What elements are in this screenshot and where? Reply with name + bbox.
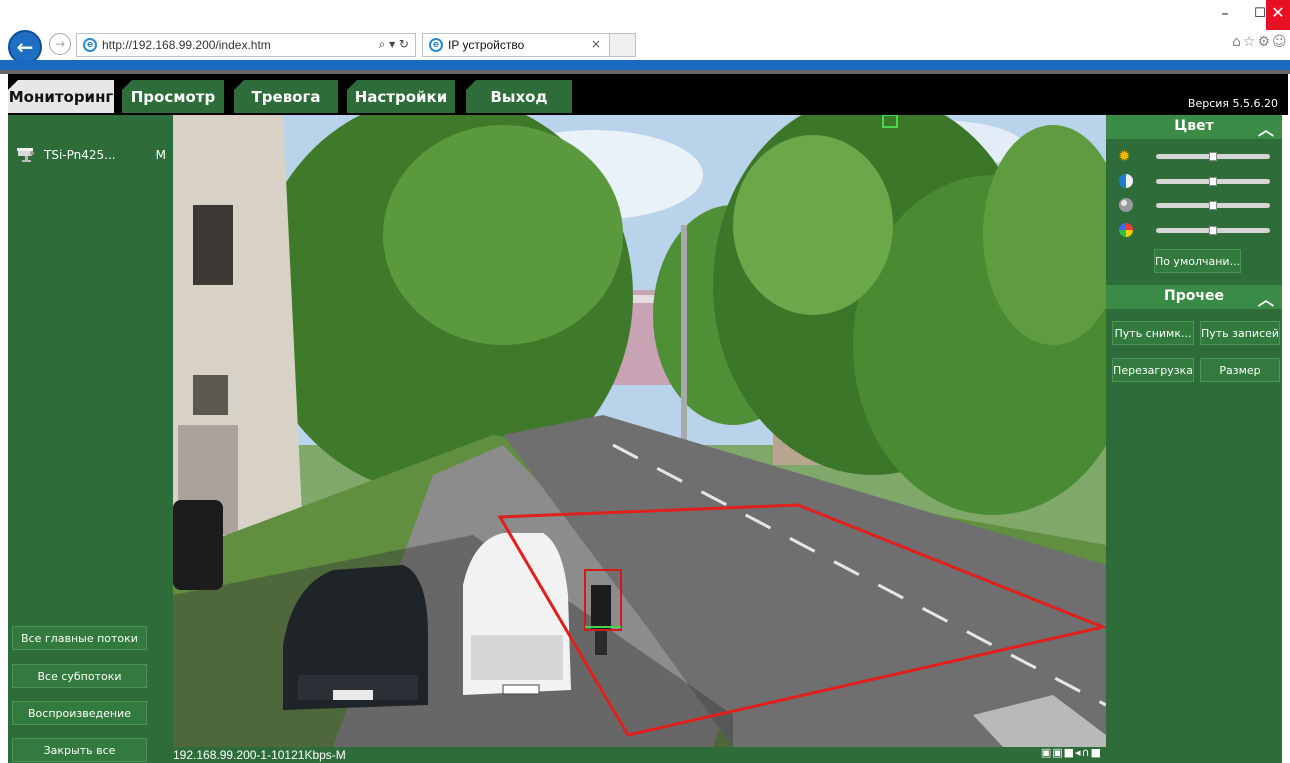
version-label: Версия 5.5.6.20 xyxy=(1187,97,1278,110)
tab-settings[interactable]: Настройки xyxy=(347,80,455,113)
browser-blue-strip xyxy=(0,60,1290,70)
tab-favicon-icon: e xyxy=(429,38,443,52)
brightness-slider[interactable] xyxy=(1156,152,1270,161)
saturation-icon xyxy=(1119,198,1133,212)
all-main-streams-button[interactable]: Все главные потоки xyxy=(12,626,147,650)
color-section-header[interactable]: Цвет ︿ xyxy=(1106,115,1282,139)
contrast-slider[interactable] xyxy=(1156,177,1270,186)
playback-button[interactable]: Воспроизведение xyxy=(12,701,147,725)
browser-toolbar-icons[interactable]: ⌂☆⚙☺ xyxy=(1232,34,1289,50)
video-view[interactable] xyxy=(173,115,1106,747)
hue-slider-row xyxy=(1118,222,1278,238)
saturation-slider[interactable] xyxy=(1156,201,1270,210)
device-name: TSi-Pn425... xyxy=(44,148,116,162)
video-control-icons[interactable]: ▣▣■◂∩■ xyxy=(1041,746,1102,759)
other-section-title: Прочее xyxy=(1164,288,1224,304)
snapshot-path-button[interactable]: Путь снимк... xyxy=(1112,321,1194,345)
collapse-caret-icon[interactable]: ︿ xyxy=(1258,116,1274,140)
collapse-caret-icon[interactable]: ︿ xyxy=(1258,286,1274,310)
camera-scene xyxy=(173,115,1106,747)
contrast-slider-row xyxy=(1118,173,1278,189)
slider-thumb[interactable] xyxy=(1209,201,1217,210)
record-path-button[interactable]: Путь записей xyxy=(1200,321,1280,345)
ie-logo-icon: e xyxy=(83,38,97,52)
tab-exit[interactable]: Выход xyxy=(466,80,572,113)
right-panel: Цвет ︿ ✹ По умолчани... Прочее ︿ Путь сн… xyxy=(1106,115,1282,763)
close-all-button[interactable]: Закрыть все xyxy=(12,738,147,762)
contrast-icon xyxy=(1119,174,1133,188)
slider-thumb[interactable] xyxy=(1209,226,1217,235)
video-status-bar: 192.168.99.200-1-10121Kbps-M ▣▣■◂∩■ xyxy=(173,746,1106,763)
sun-icon: ✹ xyxy=(1118,147,1131,165)
device-stream-label: M xyxy=(155,148,166,162)
stream-info-text: 192.168.99.200-1-10121Kbps-M xyxy=(173,748,346,762)
tab-close-icon[interactable]: × xyxy=(591,37,601,51)
saturation-slider-row xyxy=(1118,197,1278,213)
color-section-title: Цвет xyxy=(1174,118,1214,134)
default-button[interactable]: По умолчани... xyxy=(1154,249,1241,273)
size-button[interactable]: Размер xyxy=(1200,358,1280,382)
tab-alarm[interactable]: Тревога xyxy=(234,80,338,113)
device-list-item[interactable]: TSi-Pn425... M xyxy=(16,146,166,164)
left-panel: TSi-Pn425... M Все главные потоки Все су… xyxy=(8,115,173,763)
browser-tab[interactable]: e IP устройство × xyxy=(422,33,610,57)
slider-thumb[interactable] xyxy=(1209,152,1217,161)
tab-title: IP устройство xyxy=(448,38,525,52)
tab-monitoring[interactable]: Мониторинг xyxy=(8,80,114,113)
slider-thumb[interactable] xyxy=(1209,177,1217,186)
all-substreams-button[interactable]: Все субпотоки xyxy=(12,664,147,688)
address-url[interactable]: http://192.168.99.200/index.htm xyxy=(102,38,271,52)
hue-icon xyxy=(1119,223,1133,237)
other-section-header[interactable]: Прочее ︿ xyxy=(1106,285,1282,309)
minimize-button[interactable]: – xyxy=(1215,6,1235,26)
close-window-button[interactable]: ✕ xyxy=(1266,0,1290,30)
browser-chrome: ← → e http://192.168.99.200/index.htm ⌕ … xyxy=(0,0,1290,64)
camera-icon xyxy=(17,148,34,162)
reboot-button[interactable]: Перезагрузка xyxy=(1112,358,1194,382)
new-tab-button[interactable] xyxy=(610,33,636,57)
address-bar[interactable]: e http://192.168.99.200/index.htm ⌕ ▾ ↻ xyxy=(76,33,416,57)
back-icon[interactable]: ← xyxy=(8,30,42,64)
tab-playback[interactable]: Просмотр xyxy=(122,80,224,113)
forward-icon[interactable]: → xyxy=(49,33,71,55)
page-right-edge xyxy=(1282,115,1290,763)
app-header: Мониторинг Просмотр Тревога Настройки Вы… xyxy=(8,74,1288,115)
address-tools-icon[interactable]: ⌕ ▾ ↻ xyxy=(379,37,409,52)
hue-slider[interactable] xyxy=(1156,226,1270,235)
brightness-slider-row: ✹ xyxy=(1118,148,1278,164)
